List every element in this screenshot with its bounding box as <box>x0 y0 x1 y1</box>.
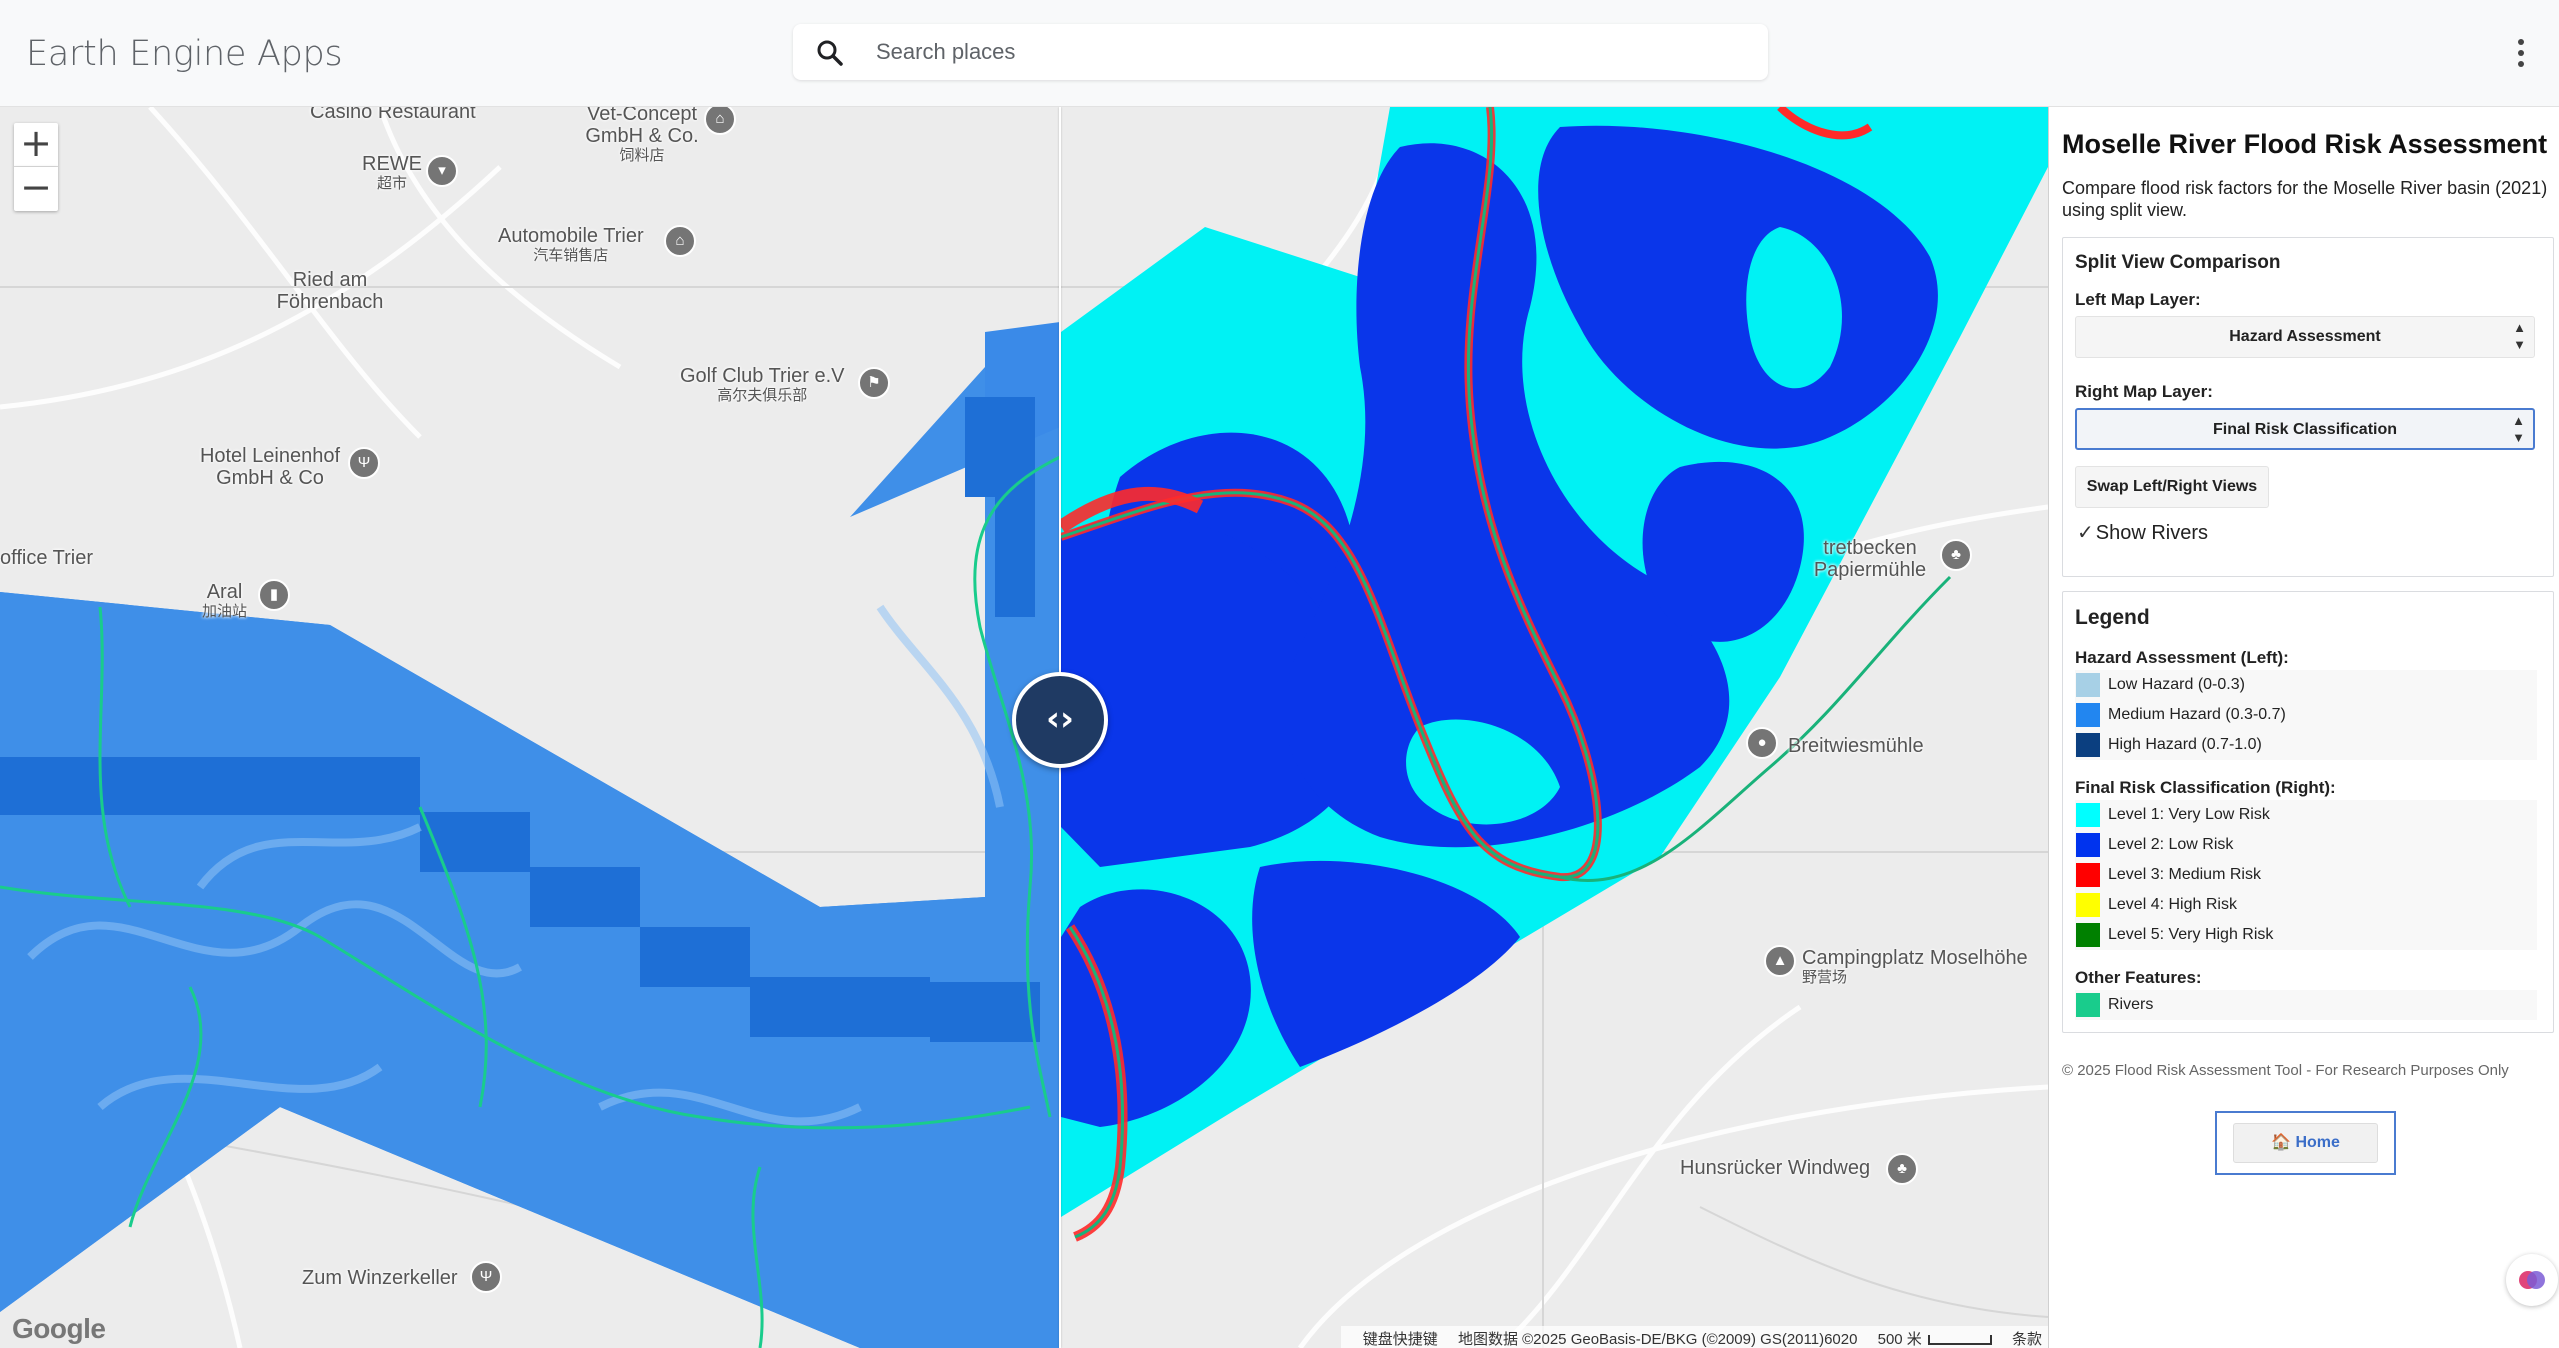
legend-swatch <box>2076 863 2100 887</box>
panel-footer: © 2025 Flood Risk Assessment Tool - For … <box>2062 1062 2509 1079</box>
place-poi-icon[interactable]: ● <box>1746 727 1778 759</box>
home-button[interactable]: 🏠 Home <box>2233 1123 2378 1163</box>
map-attribution: 键盘快捷键 地图数据 ©2025 GeoBasis-DE/BKG (©2009)… <box>1340 1326 2048 1348</box>
legend-swatch <box>2076 803 2100 827</box>
legend-item: High Hazard (0.7-1.0) <box>2075 730 2537 760</box>
legend-label: Rivers <box>2108 996 2154 1013</box>
select-arrows-icon: ▲ ▼ <box>2512 413 2525 445</box>
legend-item: Level 2: Low Risk <box>2075 830 2537 860</box>
right-layer-value: Final Risk Classification <box>2212 421 2398 438</box>
hazard-legend-heading: Hazard Assessment (Left): <box>2075 648 2289 667</box>
map-place-label: office Trier <box>0 547 93 569</box>
legend-item: Rivers <box>2075 990 2537 1020</box>
legend-swatch <box>2076 893 2100 917</box>
legend-label: Medium Hazard (0.3-0.7) <box>2108 706 2286 723</box>
show-rivers-toggle[interactable]: ✓ Show Rivers <box>2077 520 2208 545</box>
app-title: Earth Engine Apps <box>26 34 343 74</box>
car-dealer-poi-icon[interactable]: ⌂ <box>664 225 696 257</box>
shopping-cart-poi-icon[interactable]: ▾ <box>426 155 458 187</box>
map-place-label: Hunsrücker Windweg <box>1680 1157 1871 1179</box>
legend-label: Level 5: Very High Risk <box>2108 926 2274 943</box>
legend-item: Level 1: Very Low Risk <box>2075 800 2537 830</box>
more-options-icon[interactable] <box>2506 36 2536 72</box>
scale-bar <box>1927 1335 1992 1346</box>
gas-station-poi-icon[interactable]: ▮ <box>258 579 290 611</box>
keyboard-shortcuts-link[interactable]: 键盘快捷键 <box>1363 1331 1438 1348</box>
legend-label: Level 4: High Risk <box>2108 896 2237 913</box>
left-layer-label: Left Map Layer: <box>2075 290 2201 309</box>
legend-label: Level 1: Very Low Risk <box>2108 806 2270 823</box>
left-layer-select[interactable]: Hazard Assessment ▲ ▼ <box>2075 316 2535 358</box>
restaurant-poi-icon[interactable]: Ψ <box>470 1261 502 1293</box>
search-box[interactable] <box>793 24 1768 80</box>
hiking-poi-icon[interactable]: ♣ <box>1886 1153 1918 1185</box>
legend-item: Medium Hazard (0.3-0.7) <box>2075 700 2537 730</box>
google-logo: Google <box>12 1313 106 1344</box>
map-view[interactable]: Casino Restaurant Vet-Concept GmbH & Co.… <box>0 107 2048 1348</box>
terms-link[interactable]: 条款 <box>2012 1331 2042 1348</box>
map-place-label: REWE 超市 <box>362 153 422 192</box>
legend-label: High Hazard (0.7-1.0) <box>2108 736 2262 753</box>
map-place-label: Hotel Leinenhof GmbH & Co <box>199 445 341 489</box>
legend-swatch <box>2076 733 2100 757</box>
split-view-title: Split View Comparison <box>2075 252 2281 273</box>
map-place-label: Automobile Trier 汽车销售店 <box>498 225 644 264</box>
legend-label: Low Hazard (0-0.3) <box>2108 676 2245 693</box>
assistant-glyph <box>2519 1271 2545 1289</box>
legend-card: Legend Hazard Assessment (Left): Low Haz… <box>2062 591 2554 1033</box>
legend-item: Level 4: High Risk <box>2075 890 2537 920</box>
scale-label: 500 米 <box>1878 1331 1992 1348</box>
park-poi-icon[interactable]: ♣ <box>1940 539 1972 571</box>
map-place-label: Campingplatz Moselhöhe 野营场 <box>1802 947 2028 986</box>
map-place-label: Breitwiesmühle <box>1788 735 1924 757</box>
top-bar: Earth Engine Apps <box>0 0 2559 107</box>
map-data-credit: 地图数据 ©2025 GeoBasis-DE/BKG (©2009) GS(20… <box>1457 1331 1858 1348</box>
map-place-label: Casino Restaurant <box>310 107 476 123</box>
golf-poi-icon[interactable]: ⚑ <box>858 367 890 399</box>
split-view-card: Split View Comparison Left Map Layer: Ha… <box>2062 237 2554 577</box>
risk-legend-heading: Final Risk Classification (Right): <box>2075 778 2336 797</box>
legend-swatch <box>2076 703 2100 727</box>
right-layer-select[interactable]: Final Risk Classification ▲ ▼ <box>2075 408 2535 450</box>
home-button-container: 🏠 Home <box>2215 1111 2396 1175</box>
zoom-in-button[interactable]: + <box>14 123 58 167</box>
map-place-label: Zum Winzerkeller <box>302 1267 458 1289</box>
panel-title: Moselle River Flood Risk Assessment <box>2062 129 2548 159</box>
restaurant-poi-icon[interactable]: Ψ <box>348 447 380 479</box>
side-panel: Moselle River Flood Risk Assessment Comp… <box>2048 107 2559 1348</box>
map-place-label: Aral 加油站 <box>202 581 248 620</box>
swap-views-button[interactable]: Swap Left/Right Views <box>2075 466 2269 508</box>
legend-item: Level 3: Medium Risk <box>2075 860 2537 890</box>
map-place-label: Golf Club Trier e.V 高尔夫俱乐部 <box>680 365 845 404</box>
legend-swatch <box>2076 673 2100 697</box>
checkmark-icon[interactable]: ✓ <box>2077 520 2094 545</box>
assistant-icon[interactable] <box>2506 1254 2558 1306</box>
panel-description: Compare flood risk factors for the Mosel… <box>2062 178 2548 220</box>
legend-label: Level 2: Low Risk <box>2108 836 2234 853</box>
show-rivers-label: Show Rivers <box>2095 522 2209 544</box>
map-place-label: tretbecken Papiermühle <box>1813 537 1927 581</box>
map-place-label: Ried am Föhrenbach <box>276 269 384 313</box>
select-arrows-icon: ▲ ▼ <box>2513 320 2526 352</box>
zoom-out-button[interactable]: − <box>14 167 58 211</box>
legend-swatch <box>2076 993 2100 1017</box>
search-icon <box>817 40 843 66</box>
legend-item: Low Hazard (0-0.3) <box>2075 670 2537 700</box>
map-place-label: Vet-Concept GmbH & Co. 饲料店 <box>585 107 699 164</box>
split-handle-icon[interactable]: ‹› <box>1012 672 1108 768</box>
legend-swatch <box>2076 833 2100 857</box>
legend-item: Level 5: Very High Risk <box>2075 920 2537 950</box>
left-layer-value: Hazard Assessment <box>2229 328 2381 345</box>
legend-title: Legend <box>2075 606 2150 629</box>
other-legend-heading: Other Features: <box>2075 968 2202 987</box>
legend-label: Level 3: Medium Risk <box>2108 866 2261 883</box>
legend-swatch <box>2076 923 2100 947</box>
search-input[interactable] <box>876 32 1736 72</box>
right-layer-label: Right Map Layer: <box>2075 382 2213 401</box>
campground-poi-icon[interactable]: ▲ <box>1764 945 1796 977</box>
